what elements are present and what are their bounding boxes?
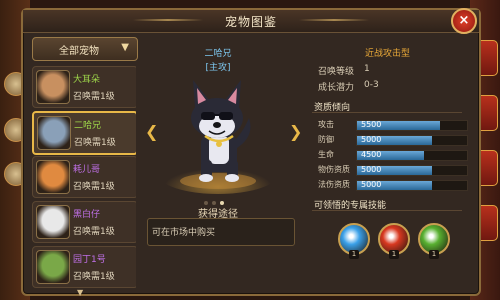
pet-summon-requirement: 召唤需1级 [73, 92, 115, 102]
stat-name: 生命 [318, 150, 334, 159]
close-icon: × [458, 13, 470, 28]
pet-type: 近战攻击型 [364, 49, 410, 59]
divider [312, 112, 462, 113]
pet-list-item[interactable]: 耗儿哥召唤需1级 [32, 156, 136, 198]
pet-avatar [36, 250, 70, 284]
stat-bar: 4500 [356, 150, 468, 161]
pet-info-panel: 近战攻击型 召唤等级 1 成长潜力 0-3 资质倾向 攻击 5500 防御 5000 生… [306, 38, 469, 286]
divider [312, 210, 462, 211]
preview-pet-name: 二哈兄 [204, 49, 232, 59]
stat-value: 4500 [361, 150, 382, 159]
blue-claw-skill-icon[interactable]: 1 [338, 223, 370, 259]
chevron-left-icon[interactable]: ❮ [145, 122, 158, 141]
pet-codex-dialog: 宠物图鉴 × 全部宠物 ▼ 大耳朵 召唤需1级 二哈兄 召唤需1级 耗儿哥 召唤需1级 黑白… [21, 8, 481, 297]
pet-filter-dropdown[interactable]: 全部宠物 ▼ [32, 37, 138, 61]
green-claw-skill-icon[interactable]: 1 [418, 223, 450, 259]
pet-avatar [36, 160, 70, 194]
stat-name: 防御 [318, 135, 334, 144]
growth-label: 成长潜力 [318, 83, 355, 93]
stat-bar: 5000 [356, 165, 468, 176]
summon-level-row: 召唤等级 1 [318, 64, 370, 77]
pet-list-item[interactable]: 大耳朵召唤需1级 [32, 66, 136, 108]
chevron-right-icon[interactable]: ❯ [289, 122, 302, 141]
close-button[interactable]: × [451, 8, 477, 34]
stat-value: 5000 [361, 180, 382, 189]
filter-label: 全部宠物 [59, 46, 99, 57]
pet-name: 二哈兄 [74, 121, 102, 131]
red-claw-skill-icon[interactable]: 1 [378, 223, 410, 259]
pet-name: 黑白仔 [73, 210, 101, 220]
pet-list-item[interactable]: 二哈兄召唤需1级 [32, 111, 136, 155]
stat-value: 5000 [361, 165, 382, 174]
pet-list-item[interactable]: 黑白仔召唤需1级 [32, 201, 136, 243]
stat-value: 5500 [361, 120, 382, 129]
pet-avatar [37, 116, 71, 150]
pet-avatar [36, 70, 70, 104]
pet-name: 园丁1号 [73, 255, 106, 265]
chevron-down-icon: ▼ [121, 42, 129, 53]
growth-value: 0-3 [364, 80, 379, 90]
pet-avatar [36, 205, 70, 239]
pet-name: 大耳朵 [73, 75, 101, 85]
scroll-down-icon[interactable]: ▼ [77, 288, 83, 297]
acquire-box: 可在市场中购买 [147, 218, 295, 246]
growth-row: 成长潜力 0-3 [318, 80, 379, 93]
stat-name: 物伤资质 [318, 165, 350, 174]
pet-summon-requirement: 召唤需1级 [73, 182, 115, 192]
pet-summon-requirement: 召唤需1级 [73, 272, 115, 282]
summon-level-value: 1 [364, 64, 370, 74]
pet-list-item[interactable]: 园丁1号召唤需1级 [32, 246, 136, 288]
stat-name: 攻击 [318, 120, 334, 129]
stat-bar: 5000 [356, 180, 468, 191]
stat-value: 5000 [361, 135, 382, 144]
skill-level-badge: 1 [429, 250, 439, 259]
stat-bar: 5500 [356, 120, 468, 131]
acquire-text: 可在市场中购买 [152, 228, 216, 238]
skill-level-badge: 1 [389, 250, 399, 259]
summon-level-label: 召唤等级 [318, 67, 355, 77]
pet-list[interactable]: 大耳朵 召唤需1级 二哈兄 召唤需1级 耗儿哥 召唤需1级 黑白仔 召唤需1级 园丁1号 召唤需1… [32, 66, 136, 291]
stat-bar: 5000 [356, 135, 468, 146]
title-ornament [299, 19, 369, 21]
dialog-title: 宠物图鉴 [224, 15, 277, 29]
stat-name: 法伤资质 [318, 180, 350, 189]
pet-name: 耗儿哥 [73, 165, 101, 175]
title-bar: 宠物图鉴 [23, 10, 479, 33]
pet-summon-requirement: 召唤需1级 [74, 138, 116, 148]
preview-pet-role: [主攻] [205, 63, 231, 73]
pet-summon-requirement: 召唤需1级 [73, 227, 115, 237]
skill-level-badge: 1 [349, 250, 359, 259]
